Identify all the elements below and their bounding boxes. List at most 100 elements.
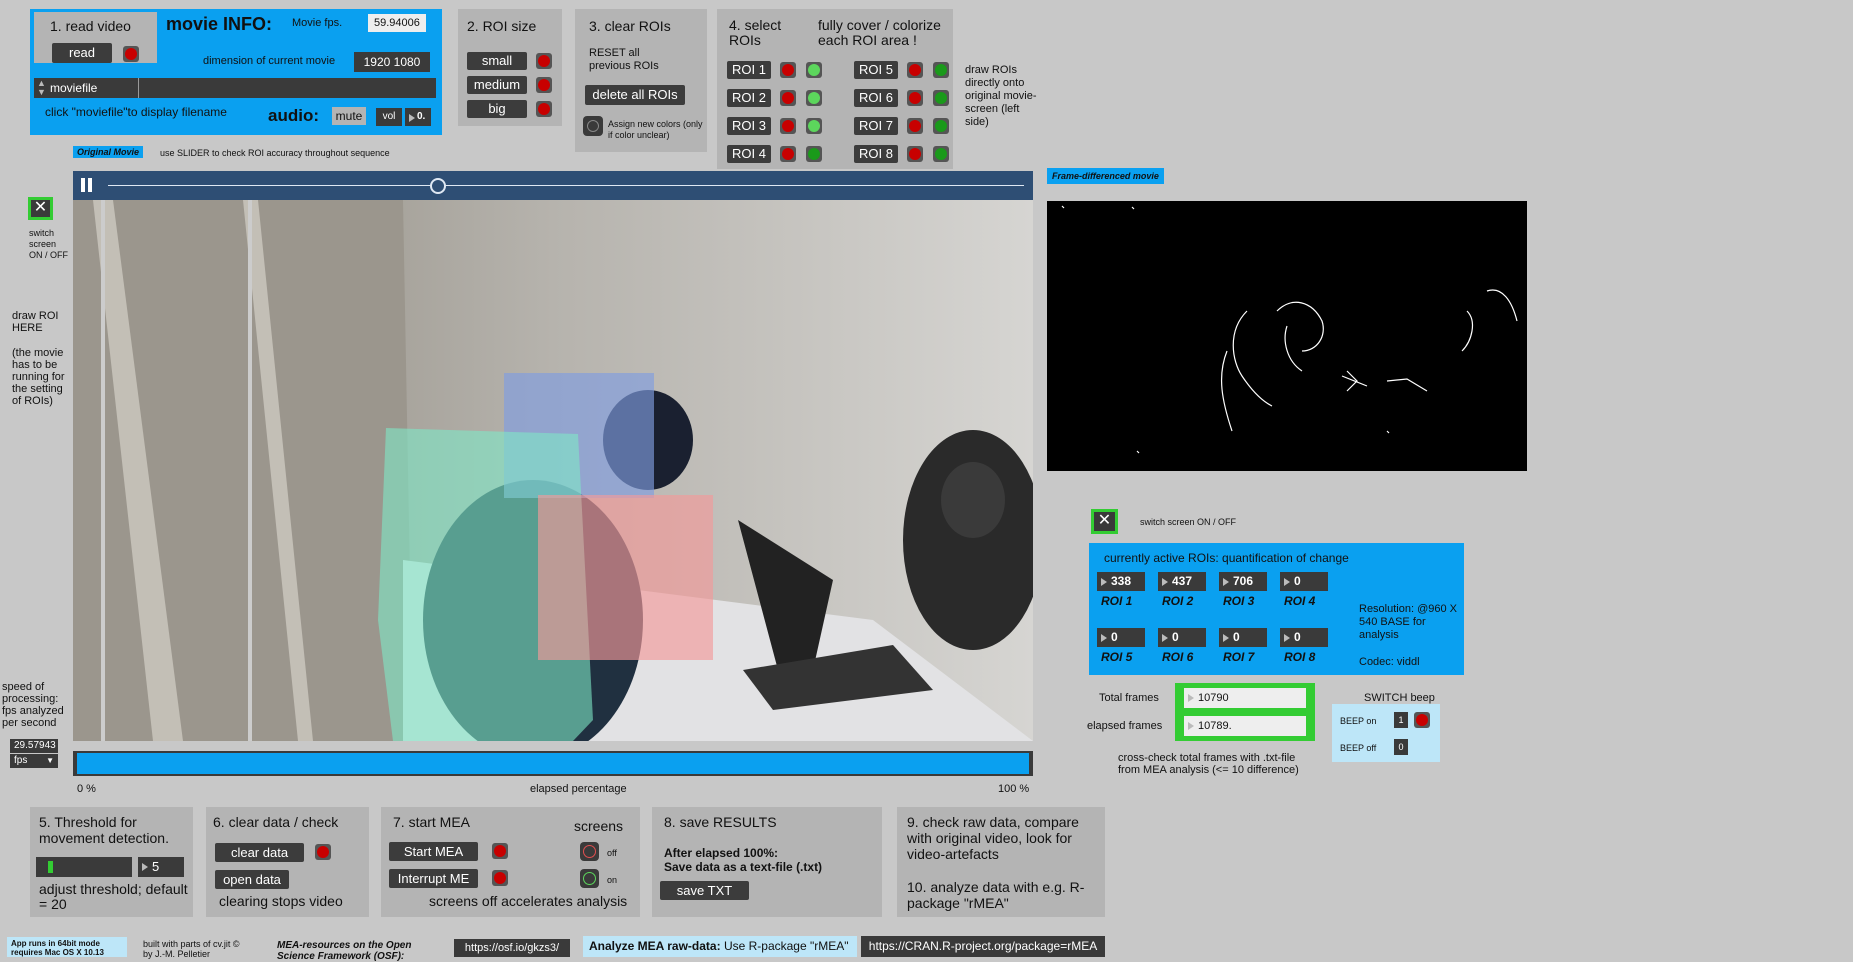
- roi-medium-button[interactable]: medium: [467, 76, 527, 94]
- frames-box: 10790 10789.: [1175, 683, 1315, 741]
- playback-slider-track[interactable]: [108, 185, 1024, 186]
- left-screen-toggle[interactable]: ✕: [28, 197, 53, 220]
- roi-3-change-label: ROI 3: [1223, 594, 1255, 608]
- clear-rois-panel: 3. clear ROIs RESET all previous ROIs de…: [575, 9, 707, 152]
- beep-on-indicator[interactable]: [1414, 712, 1430, 728]
- diff-edge: [1461, 310, 1474, 352]
- beep-off-value[interactable]: 0: [1394, 739, 1408, 755]
- original-movie-frame[interactable]: [73, 200, 1033, 741]
- roi-6-on-indicator[interactable]: [933, 90, 949, 106]
- roi-4-on-indicator[interactable]: [806, 146, 822, 162]
- cran-link[interactable]: https://CRAN.R-project.org/package=rMEA: [861, 936, 1105, 957]
- select-rois-subtitle: fully cover / colorize each ROI area !: [818, 17, 941, 48]
- start-mea-indicator[interactable]: [492, 843, 508, 859]
- threshold-title: 5. Threshold for movement detection.: [39, 814, 169, 846]
- roi-size-title: 2. ROI size: [467, 18, 537, 34]
- roi-select-button-6[interactable]: ROI 6: [854, 89, 898, 107]
- read-button[interactable]: read: [52, 43, 112, 63]
- close-icon: ✕: [1097, 512, 1112, 529]
- clear-data-indicator[interactable]: [315, 844, 331, 860]
- pause-icon[interactable]: [79, 177, 95, 193]
- dimension-value: 1920 1080: [354, 52, 430, 72]
- audio-label: audio:: [268, 106, 319, 125]
- roi-select-button-5[interactable]: ROI 5: [854, 61, 898, 79]
- fps-value: 59.94006: [368, 14, 426, 32]
- roi-8-on-indicator[interactable]: [933, 146, 949, 162]
- clear-data-button[interactable]: clear data: [215, 843, 304, 862]
- roi-select-button-1[interactable]: ROI 1: [727, 61, 771, 79]
- assign-colors-toggle[interactable]: [583, 116, 603, 136]
- roi-2-off-indicator[interactable]: [780, 90, 796, 106]
- roi-small-button[interactable]: small: [467, 52, 527, 70]
- roi-5-off-indicator[interactable]: [907, 62, 923, 78]
- roi-medium-indicator[interactable]: [536, 77, 552, 93]
- open-data-button[interactable]: open data: [215, 870, 289, 889]
- roi-big-indicator[interactable]: [536, 101, 552, 117]
- roi-3-off-indicator[interactable]: [780, 118, 796, 134]
- active-rois-panel: currently active ROIs: quantification of…: [1089, 543, 1464, 675]
- roi-3-on-indicator[interactable]: [806, 118, 822, 134]
- diff-edge: [1486, 289, 1518, 322]
- threshold-panel: 5. Threshold for movement detection. 5 a…: [30, 807, 193, 917]
- roi-7-off-indicator[interactable]: [907, 118, 923, 134]
- save-txt-button[interactable]: save TXT: [660, 881, 749, 900]
- roi-big-button[interactable]: big: [467, 100, 527, 118]
- roi-1-on-indicator[interactable]: [806, 62, 822, 78]
- delete-all-rois-button[interactable]: delete all ROIs: [585, 85, 685, 105]
- roi-6-change-value: 0: [1158, 628, 1206, 647]
- roi-2-on-indicator[interactable]: [806, 90, 822, 106]
- right-screen-toggle[interactable]: ✕: [1091, 509, 1118, 534]
- switch-screen-right-label: switch screen ON / OFF: [1140, 517, 1237, 527]
- mute-button[interactable]: mute: [332, 107, 366, 125]
- speed-unit-select[interactable]: fps ▼: [10, 754, 58, 768]
- roi-1-off-indicator[interactable]: [780, 62, 796, 78]
- select-rois-panel: 4. select ROIs fully cover / colorize ea…: [717, 9, 953, 169]
- roi-7-on-indicator[interactable]: [933, 118, 949, 134]
- roi-select-button-8[interactable]: ROI 8: [854, 145, 898, 163]
- check-raw-panel: 9. check raw data, compare with original…: [897, 807, 1105, 917]
- curtain-pole: [101, 200, 105, 741]
- roi-select-button-3[interactable]: ROI 3: [727, 117, 771, 135]
- roi-select-button-2[interactable]: ROI 2: [727, 89, 771, 107]
- roi-4-off-indicator[interactable]: [780, 146, 796, 162]
- threshold-slider[interactable]: [36, 857, 132, 877]
- roi-6-off-indicator[interactable]: [907, 90, 923, 106]
- roi-4-change-value: 0: [1280, 572, 1328, 591]
- analyze-title: 10. analyze data with e.g. R-package "rM…: [907, 879, 1085, 911]
- screens-off-toggle[interactable]: [580, 842, 599, 861]
- threshold-value[interactable]: 5: [138, 857, 184, 877]
- draw-rois-note: draw ROIs directly onto original movie-s…: [965, 64, 1037, 128]
- roi-8-off-indicator[interactable]: [907, 146, 923, 162]
- roi-3-change-value: 706: [1219, 572, 1267, 591]
- osf-link[interactable]: https://osf.io/gkzs3/: [454, 939, 570, 957]
- moviefile-label: moviefile: [50, 81, 98, 95]
- movie-scene: [73, 200, 1033, 741]
- roi-small-indicator[interactable]: [536, 53, 552, 69]
- read-indicator[interactable]: [123, 46, 139, 62]
- roi-select-button-7[interactable]: ROI 7: [854, 117, 898, 135]
- pause-bar-right: [88, 178, 92, 192]
- playback-bar: [73, 171, 1033, 200]
- roi-select-button-4[interactable]: ROI 4: [727, 145, 771, 163]
- interrupt-mea-indicator[interactable]: [492, 870, 508, 886]
- roi-size-panel: 2. ROI size small medium big: [458, 9, 562, 126]
- moviefile-selector[interactable]: ▲ ▼ moviefile: [34, 78, 436, 98]
- roi-1-change-value: 338: [1097, 572, 1145, 591]
- roi-5-on-indicator[interactable]: [933, 62, 949, 78]
- frame-diff-image: [1061, 205, 1518, 454]
- vol-button[interactable]: vol: [376, 108, 402, 126]
- beep-panel: BEEP on 1 BEEP off 0: [1332, 704, 1440, 762]
- interrupt-mea-button[interactable]: Interrupt ME: [389, 869, 478, 888]
- roi-5-change-value: 0: [1097, 628, 1145, 647]
- beep-on-value[interactable]: 1: [1394, 712, 1408, 728]
- roi-1-change-label: ROI 1: [1101, 594, 1133, 608]
- start-mea-button[interactable]: Start MEA: [389, 842, 478, 861]
- screens-on-toggle[interactable]: [580, 869, 599, 888]
- playback-slider-handle[interactable]: [429, 178, 446, 194]
- vol-value[interactable]: 0.: [405, 108, 431, 126]
- moviefile-divider: [138, 78, 139, 98]
- analyze-raw-box: Analyze MEA raw-data: Use R-package "rME…: [583, 936, 857, 957]
- check-raw-title: 9. check raw data, compare with original…: [907, 814, 1079, 862]
- dropdown-arrow-icon: ▼: [46, 756, 54, 765]
- built-note: built with parts of cv.jit © by J.-M. Pe…: [143, 939, 240, 959]
